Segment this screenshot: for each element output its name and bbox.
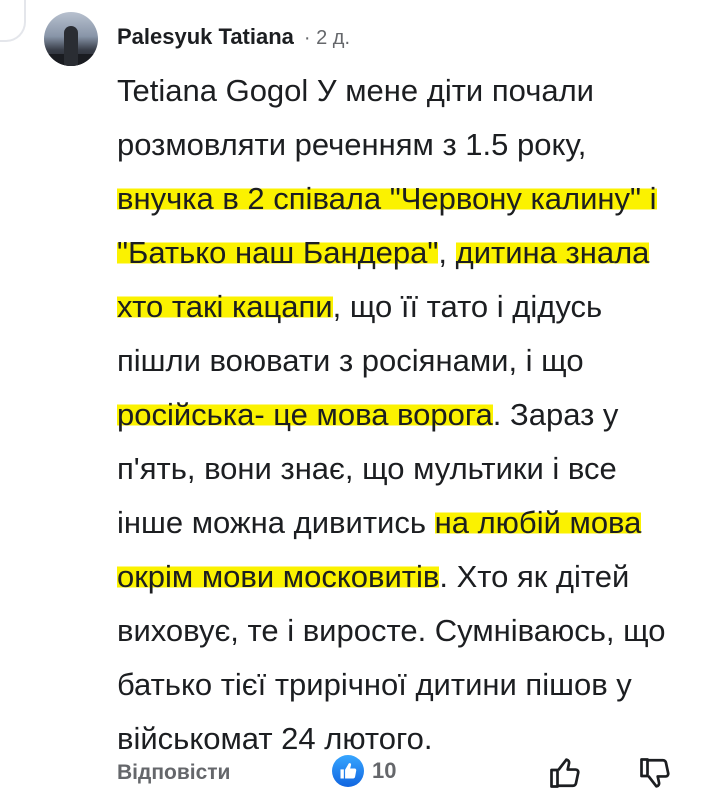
- previous-comment-thread-line: [0, 0, 26, 42]
- highlighted-segment: російська- це мова ворога: [117, 397, 493, 432]
- reply-button[interactable]: Відповісти: [117, 761, 230, 785]
- thumbs-down-icon[interactable]: [637, 755, 673, 791]
- thumbs-up-icon[interactable]: [547, 755, 583, 791]
- comment-header: Palesyuk Tatiana · 2 д.: [117, 24, 350, 52]
- reaction-summary[interactable]: 10: [332, 755, 396, 787]
- reaction-count: 10: [372, 758, 397, 783]
- avatar[interactable]: [44, 12, 98, 66]
- like-badge-icon: [332, 755, 364, 787]
- comment-timestamp[interactable]: · 2 д.: [304, 27, 350, 50]
- avatar-figure: [64, 26, 78, 66]
- comment-actions: Відповісти 10: [117, 755, 698, 791]
- author-name[interactable]: Palesyuk Tatiana: [117, 24, 294, 50]
- comment-segment: Tetiana Gogol У мене діти почали розмовл…: [117, 73, 594, 162]
- comment-text: Tetiana Gogol У мене діти почали розмовл…: [117, 64, 677, 766]
- comment-segment: ,: [438, 235, 456, 270]
